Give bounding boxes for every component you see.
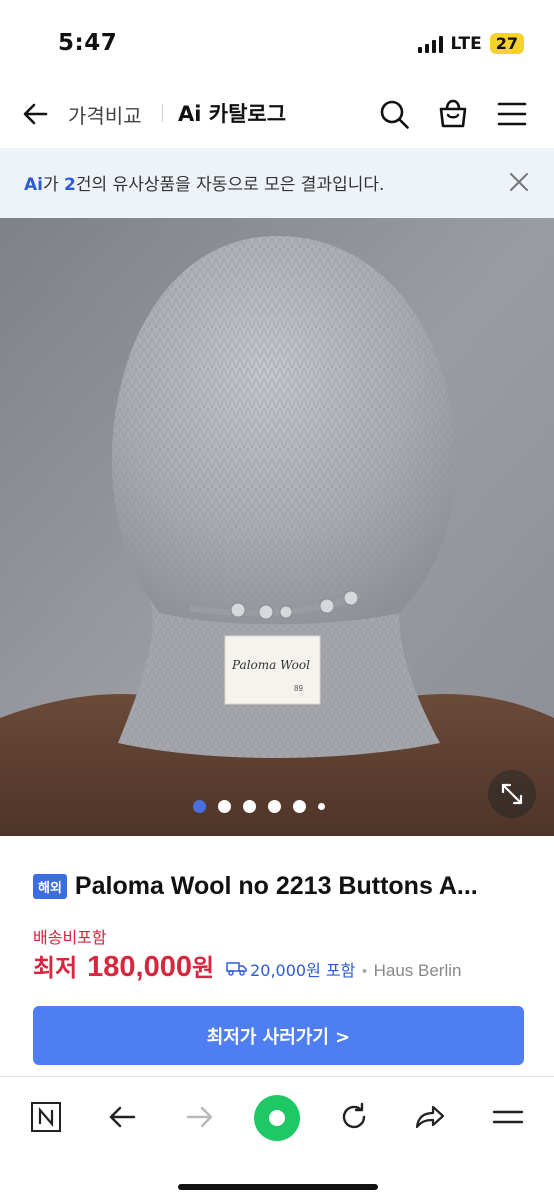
menu-icon[interactable] — [494, 96, 530, 132]
page-title: Ai 카탈로그 — [178, 102, 287, 126]
product-photo — [0, 218, 554, 836]
carousel-dot[interactable] — [318, 803, 325, 810]
ai-result-count: 2 — [64, 175, 76, 195]
search-icon[interactable] — [376, 96, 412, 132]
buy-lowest-price-button[interactable]: 최저가 사러가기 > — [33, 1006, 524, 1065]
ai-text-before: 가 — [42, 175, 65, 195]
share-icon[interactable] — [410, 1097, 450, 1137]
delivery-truck-icon — [226, 960, 248, 976]
ai-banner-text: Ai가 2건의 유사상품을 자동으로 모은 결과입니다. — [24, 170, 384, 195]
battery-icon: 27 — [489, 33, 524, 54]
mall-name[interactable]: Haus Berlin — [374, 961, 462, 981]
browser-toolbar — [0, 1076, 554, 1200]
shipping-included-note: 배송비포함 — [33, 928, 107, 947]
naver-n-icon[interactable] — [26, 1097, 66, 1137]
separator-dot: • — [360, 964, 369, 980]
product-title-row[interactable]: 해외 Paloma Wool no 2213 Buttons A... — [33, 872, 528, 901]
shipping-fee: 20,000원 포함 — [250, 961, 356, 980]
carousel-dot[interactable] — [218, 800, 231, 813]
overseas-badge: 해외 — [33, 874, 67, 899]
carousel-dot[interactable] — [193, 800, 206, 813]
close-icon[interactable] — [508, 171, 530, 193]
carousel-dot[interactable] — [293, 800, 306, 813]
label-brand: Paloma Wool — [232, 658, 310, 672]
price-value: 180,000 — [87, 951, 192, 983]
status-bar: 5:47 LTE 27 — [0, 0, 554, 88]
forward-icon[interactable] — [180, 1097, 220, 1137]
carousel-dot[interactable] — [243, 800, 256, 813]
home-dot-icon — [269, 1110, 285, 1126]
status-time: 5:47 — [58, 30, 118, 56]
carousel-dots[interactable] — [0, 800, 536, 813]
product-title[interactable]: Paloma Wool no 2213 Buttons A... — [75, 872, 478, 901]
ai-mark: Ai — [24, 175, 43, 195]
breadcrumb[interactable]: 가격비교 — [68, 100, 142, 129]
home-button[interactable] — [254, 1095, 300, 1141]
menu-lines-icon[interactable] — [488, 1097, 528, 1137]
product-image-gallery[interactable]: Paloma Wool 89 — [0, 218, 554, 836]
ai-text-after: 건의 유사상품을 자동으로 모은 결과입니다. — [75, 175, 385, 195]
back-icon[interactable] — [102, 1097, 142, 1137]
shopping-bag-icon[interactable] — [435, 96, 471, 132]
back-arrow-icon[interactable] — [20, 98, 52, 130]
nav-divider — [162, 104, 163, 122]
price-label: 최저 — [33, 954, 78, 982]
network-label: LTE — [450, 33, 482, 54]
top-nav: 가격비교 Ai 카탈로그 — [0, 88, 554, 148]
refresh-icon[interactable] — [334, 1097, 374, 1137]
expand-icon[interactable] — [488, 770, 536, 818]
signal-icon — [417, 35, 443, 53]
carousel-dot[interactable] — [268, 800, 281, 813]
price-unit: 원 — [192, 954, 215, 982]
home-indicator — [178, 1184, 378, 1190]
ai-banner: Ai가 2건의 유사상품을 자동으로 모은 결과입니다. — [0, 148, 554, 218]
status-indicators: LTE 27 — [417, 33, 524, 54]
label-number: 89 — [294, 684, 303, 693]
price-row: 최저 180,000 원 20,000원 포함 • Haus Berlin — [33, 948, 461, 984]
